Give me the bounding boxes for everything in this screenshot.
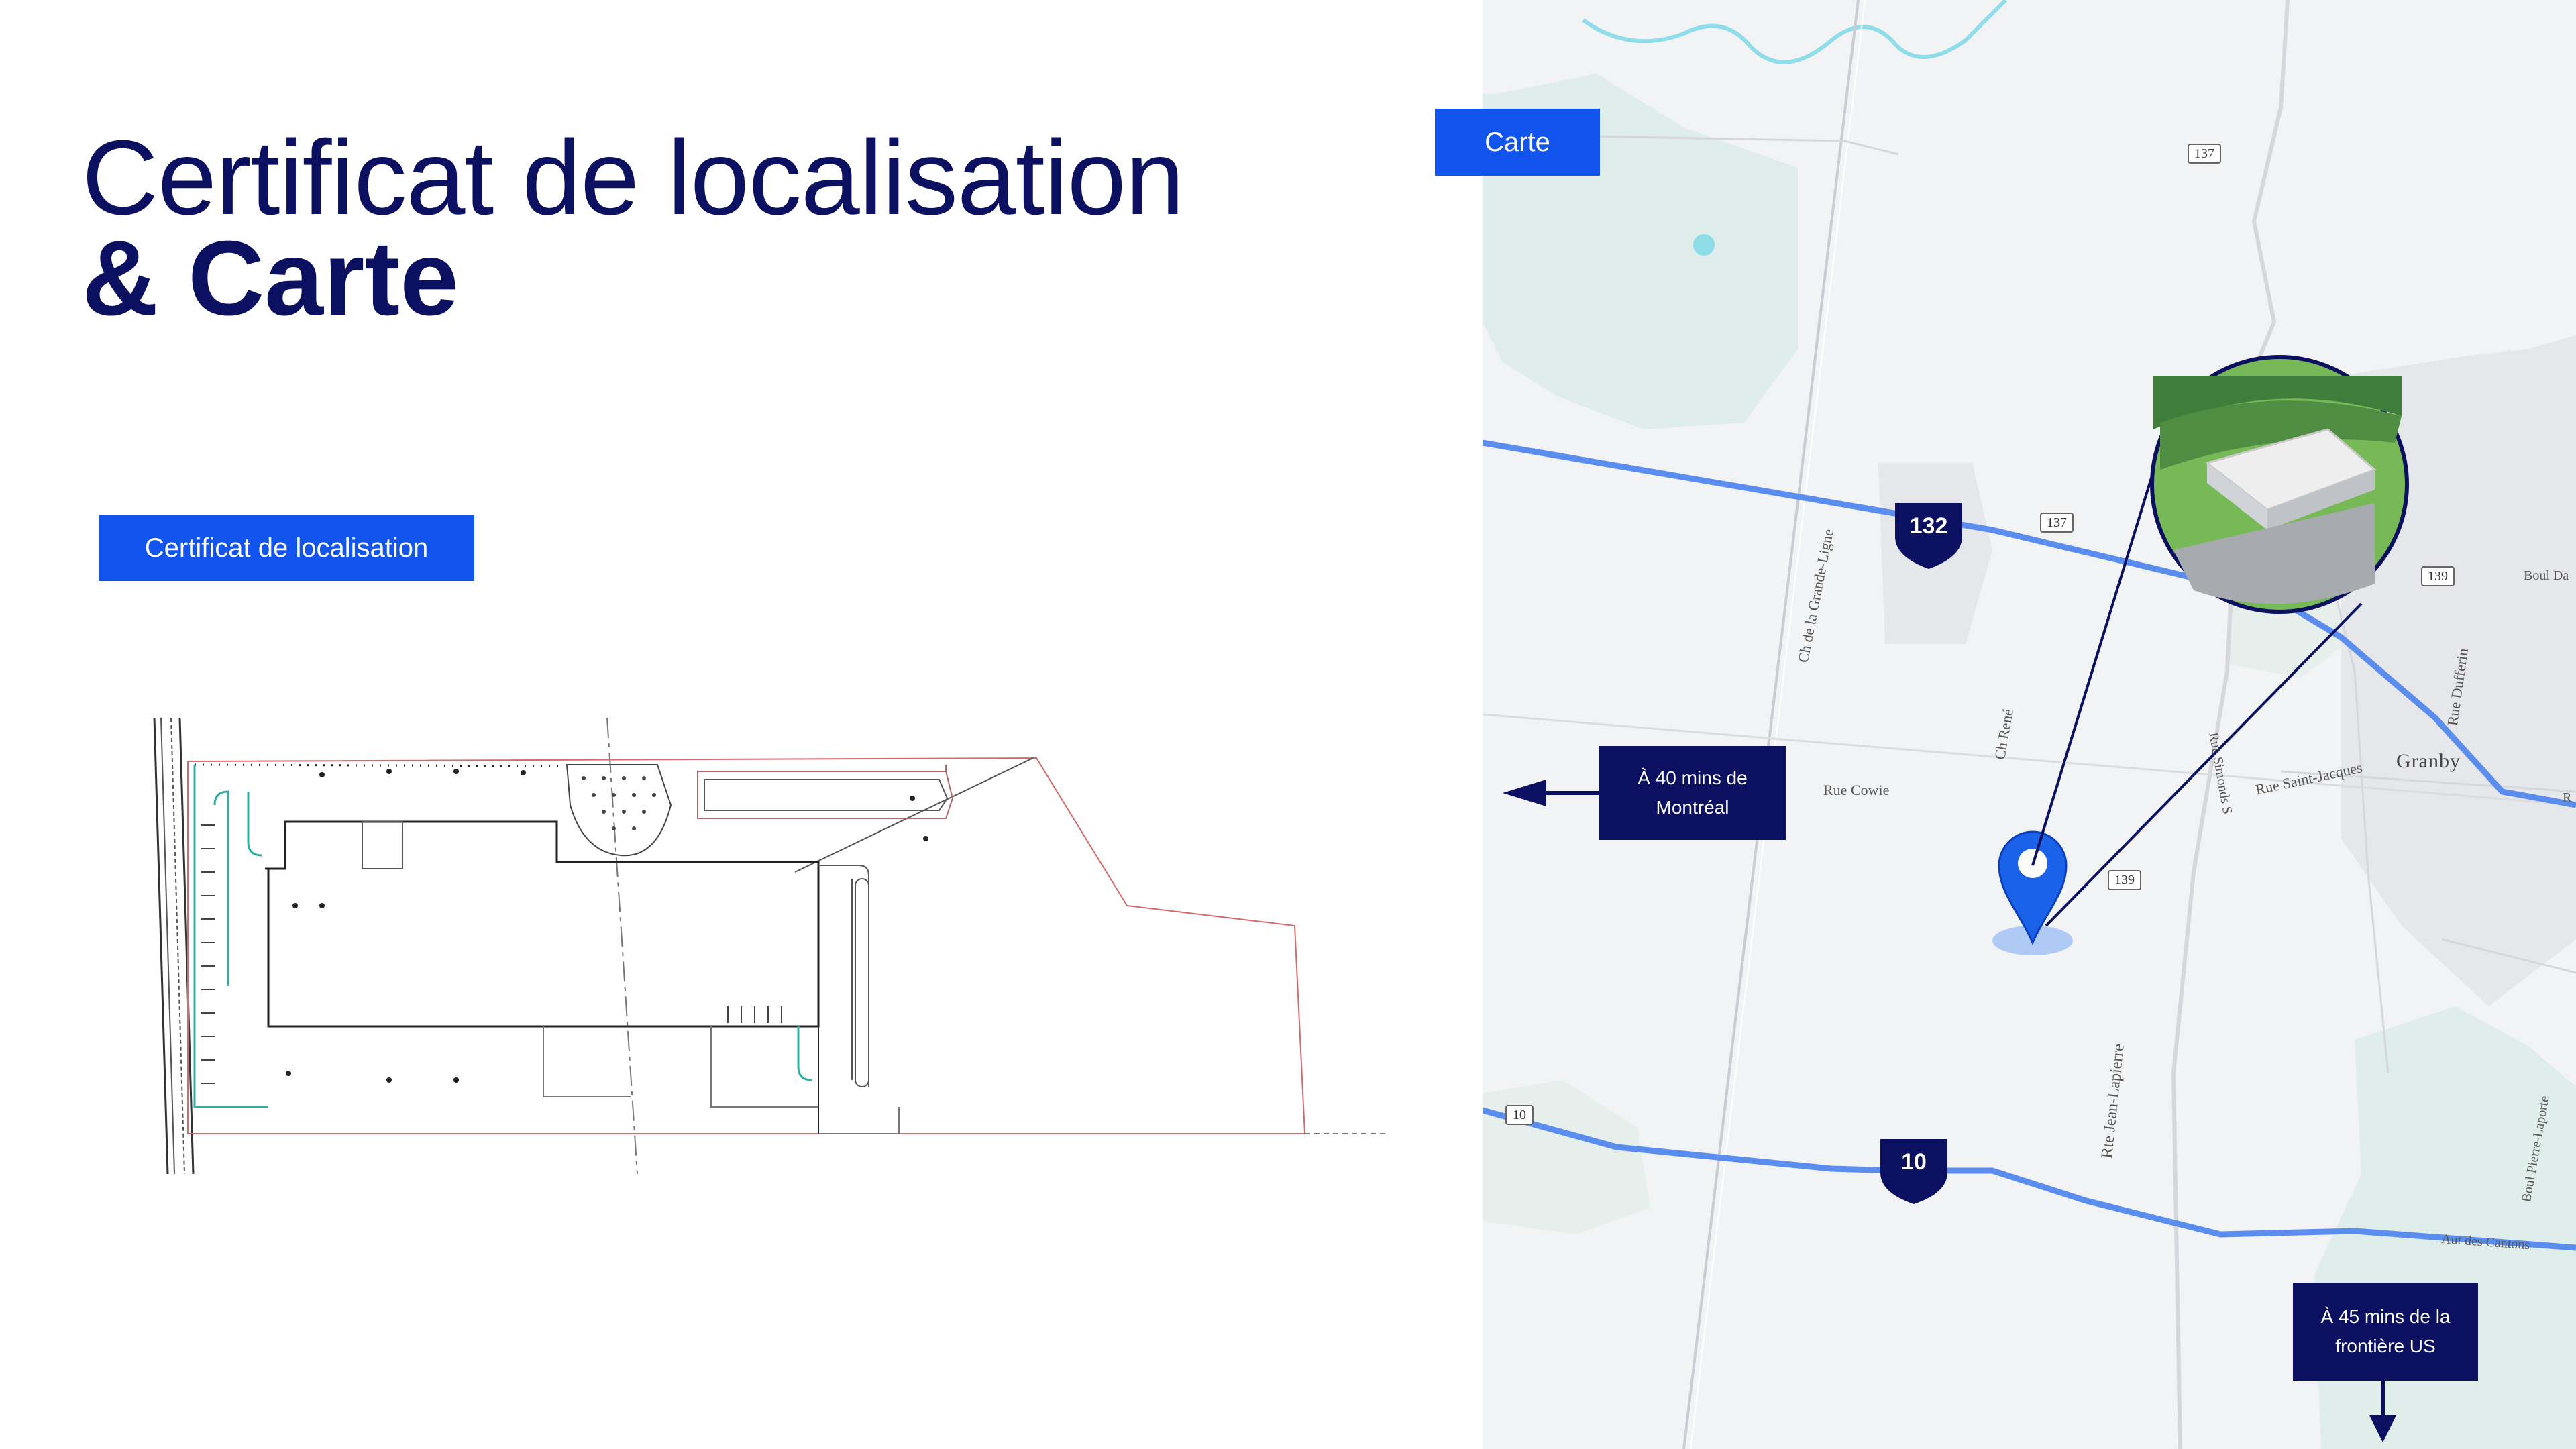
map-button[interactable]: Carte <box>1435 109 1600 176</box>
certificate-button[interactable]: Certificat de localisation <box>99 515 474 581</box>
montreal-callout-line2: Montréal <box>1656 797 1729 818</box>
map-canvas <box>1483 0 2576 1449</box>
route-137-shield-mid: 137 <box>2047 515 2067 530</box>
highway-10-shield: 10 <box>1901 1149 1927 1175</box>
street-label-boul-da: Boul Da <box>2524 568 2569 583</box>
montreal-distance-callout: À 40 mins de Montréal <box>1599 746 1786 840</box>
left-panel: Certificat de localisation & Carte Certi… <box>0 0 1483 1449</box>
city-label-granby: Granby <box>2396 750 2461 772</box>
street-label-cowie: Rue Cowie <box>1823 782 1890 798</box>
route-10-shield-small: 10 <box>1513 1108 1526 1122</box>
us-border-distance-callout: À 45 mins de la frontière US <box>2293 1283 2478 1381</box>
page-title-line2: & Carte <box>82 219 459 337</box>
us-callout-line2: frontière US <box>2335 1336 2436 1356</box>
street-label-r-edge: R <box>2563 790 2572 805</box>
highway-132-shield: 132 <box>1909 513 1948 539</box>
map-panel[interactable]: 137 137 139 139 10 132 10 Ch de la Grand… <box>1483 0 2576 1449</box>
route-137-shield-top: 137 <box>2194 146 2214 161</box>
page-title: Certificat de localisation & Carte <box>82 119 1185 337</box>
route-139-shield-a: 139 <box>2428 569 2448 584</box>
us-callout-line1: À 45 mins de la <box>2320 1306 2451 1327</box>
page-title-line1: Certificat de localisation <box>82 119 1185 237</box>
route-139-shield-b: 139 <box>2114 873 2135 888</box>
site-plan-drawing <box>153 717 1389 1175</box>
montreal-callout-line1: À 40 mins de <box>1638 767 1748 788</box>
